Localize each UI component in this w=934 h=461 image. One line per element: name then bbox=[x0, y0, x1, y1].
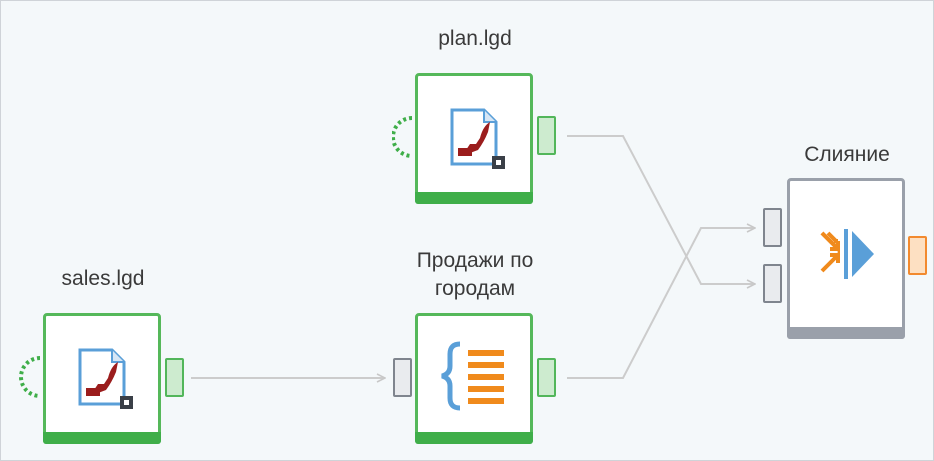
link-plan-to-merge[interactable] bbox=[567, 135, 755, 284]
node-status-bar bbox=[415, 192, 533, 204]
node-label-merge: Слияние bbox=[804, 143, 890, 166]
node-plan[interactable] bbox=[415, 73, 533, 204]
node-merge[interactable] bbox=[787, 178, 905, 339]
input-port-arc-sales[interactable] bbox=[18, 356, 42, 400]
merge-icon bbox=[820, 229, 874, 279]
output-port-sales[interactable] bbox=[165, 358, 184, 397]
node-status-bar bbox=[43, 432, 161, 444]
input-port-arc-plan[interactable] bbox=[392, 116, 414, 160]
output-port-plan[interactable] bbox=[537, 116, 556, 155]
logical-file-icon bbox=[78, 348, 133, 409]
link-city-sales-to-merge[interactable] bbox=[567, 228, 755, 379]
output-port-city-sales[interactable] bbox=[537, 358, 556, 397]
node-label-plan: plan.lgd bbox=[438, 27, 512, 50]
node-label-sales: sales.lgd bbox=[61, 267, 145, 290]
logical-file-icon bbox=[450, 108, 505, 169]
input-port-city-sales[interactable] bbox=[393, 358, 412, 397]
node-status-bar bbox=[415, 432, 533, 444]
calculator-icon bbox=[441, 341, 504, 411]
node-label-city-sales: Продажи по городам bbox=[416, 249, 534, 300]
workflow-canvas[interactable]: plan.lgd sales.lgd Продажи по городам Сл… bbox=[0, 0, 934, 461]
node-city-sales[interactable] bbox=[415, 313, 533, 444]
node-sales[interactable] bbox=[43, 313, 161, 444]
input-port-merge-2[interactable] bbox=[763, 264, 782, 303]
output-port-merge[interactable] bbox=[908, 236, 927, 275]
input-port-merge-1[interactable] bbox=[763, 208, 782, 247]
node-status-bar bbox=[787, 327, 905, 339]
